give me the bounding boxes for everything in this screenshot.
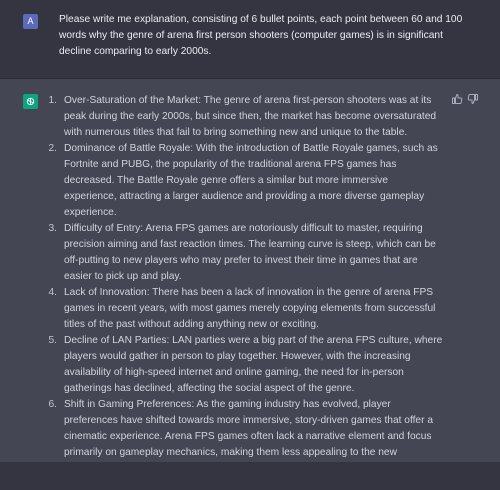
list-item: 3. Difficulty of Entry: Arena FPS games a…	[49, 221, 443, 285]
list-number: 6.	[48, 399, 58, 410]
assistant-answer: 1. Over-Saturation of the Market: The gen…	[49, 93, 443, 477]
user-message-row: A Please write me explanation, consistin…	[0, 0, 500, 79]
list-item-text: Over-Saturation of the Market: The genre…	[64, 95, 437, 138]
answer-list: 1. Over-Saturation of the Market: The gen…	[49, 93, 443, 477]
thumbs-up-icon[interactable]	[451, 93, 463, 105]
list-number: 3.	[48, 223, 58, 234]
list-item: 1. Over-Saturation of the Market: The gen…	[49, 93, 443, 141]
list-item-text: Lack of Innovation: There has been a lac…	[64, 287, 436, 330]
list-item: 2. Dominance of Battle Royale: With the i…	[49, 141, 443, 221]
openai-logo-icon	[26, 97, 35, 106]
list-number: 1.	[48, 95, 58, 106]
list-number: 2.	[48, 143, 58, 154]
list-item-text: Dominance of Battle Royale: With the int…	[64, 143, 438, 218]
footer-area	[0, 462, 500, 490]
user-avatar: A	[23, 14, 38, 29]
feedback-buttons	[451, 93, 481, 107]
assistant-message-row: 1. Over-Saturation of the Market: The gen…	[0, 79, 500, 474]
list-item-text: Decline of LAN Parties: LAN parties were…	[64, 335, 443, 394]
user-message-text: Please write me explanation, consisting …	[59, 14, 463, 57]
list-number: 5.	[48, 335, 58, 346]
assistant-avatar	[23, 94, 38, 109]
list-item-text: Difficulty of Entry: Arena FPS games are…	[64, 223, 436, 282]
list-number: 4.	[48, 287, 58, 298]
list-item: 5. Decline of LAN Parties: LAN parties we…	[49, 333, 443, 397]
thumbs-down-icon[interactable]	[467, 93, 479, 105]
list-item: 4. Lack of Innovation: There has been a l…	[49, 285, 443, 333]
